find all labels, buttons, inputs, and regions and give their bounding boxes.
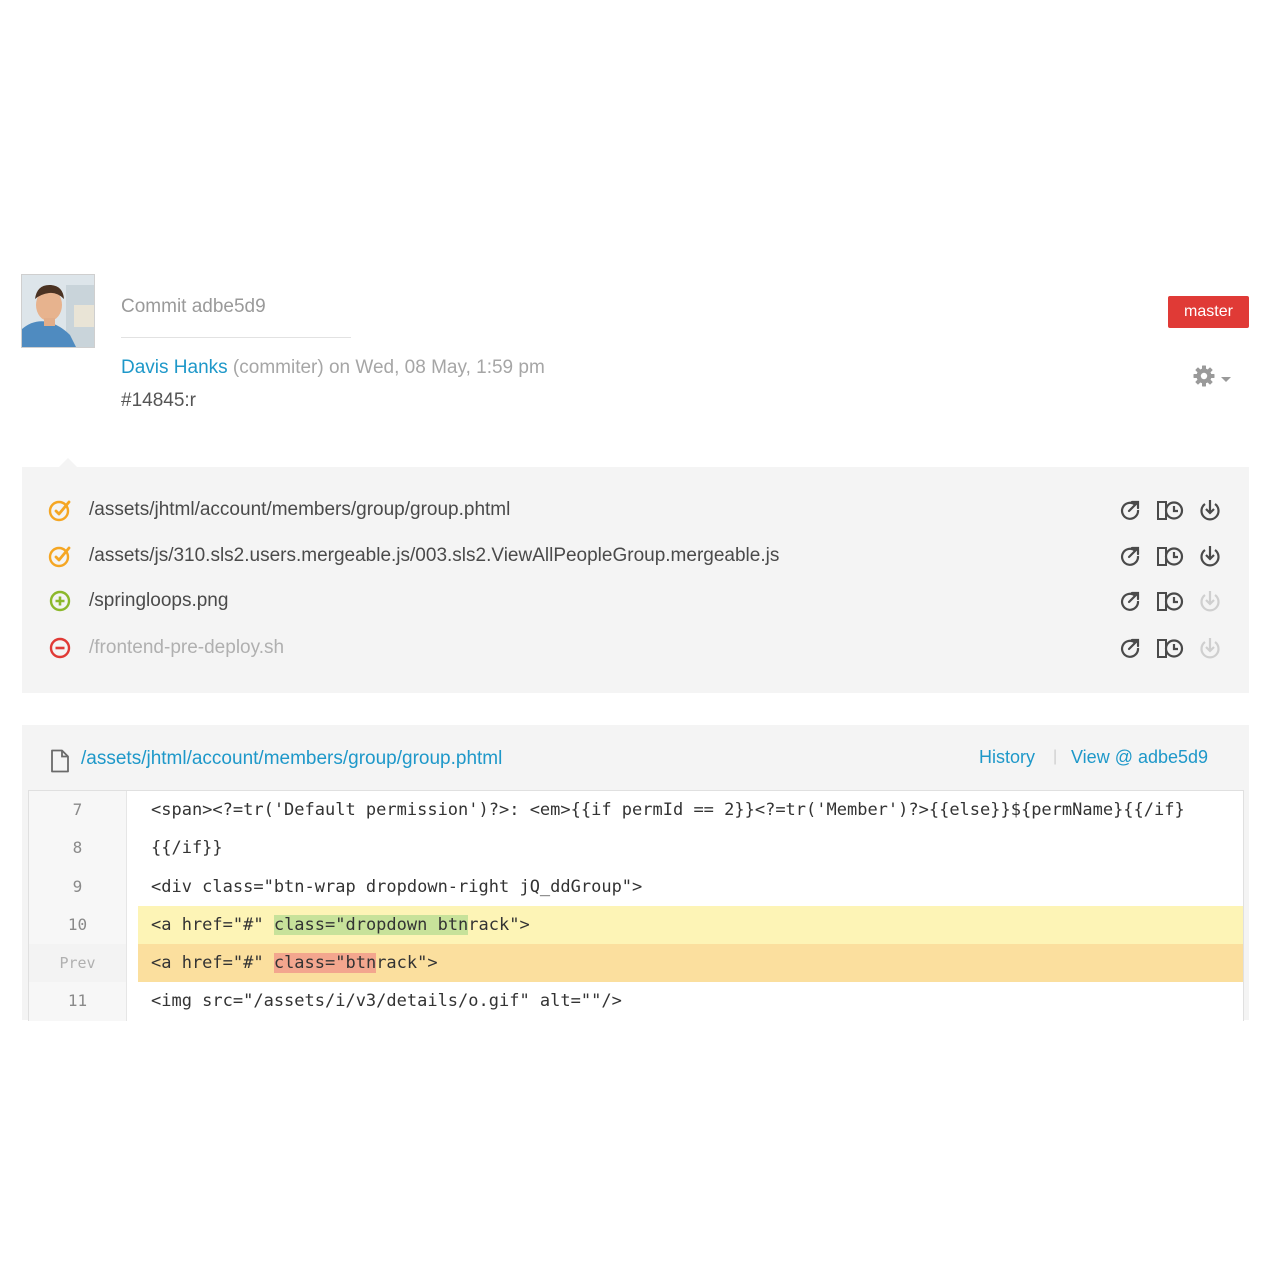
author-link[interactable]: Davis Hanks [121,357,228,378]
removed-line: Prev <a href="#" class="btnrack"> [29,944,1243,982]
commit-message: #14845:r [121,390,197,411]
code-text: {{/if}} [151,838,223,858]
file-path[interactable]: /assets/jhtml/account/members/group/grou… [89,499,510,521]
code-text: <a href="#" class="dropdown btnrack"> [151,915,530,935]
download-icon[interactable] [1198,544,1222,568]
gear-icon [1192,364,1216,393]
line-number: 8 [72,838,83,857]
file-path[interactable]: /springloops.png [89,590,228,612]
code-text: <span><?=tr('Default permission')?>: <em… [151,800,1185,820]
line-number: 10 [67,915,88,934]
code-text: <div class="btn-wrap dropdown-right jQ_d… [151,877,643,897]
modified-icon [48,498,72,522]
history-icon[interactable] [1156,589,1186,613]
open-external-icon[interactable] [1118,498,1142,522]
added-icon [48,589,72,613]
code-text: <img src="/assets/i/v3/details/o.gif" al… [151,991,622,1011]
file-path[interactable]: /frontend-pre-deploy.sh [89,637,284,659]
open-external-icon[interactable] [1118,636,1142,660]
code-line: 7 <span><?=tr('Default permission')?>: <… [29,791,1243,829]
download-icon [1198,636,1222,660]
commit-byline: Davis Hanks (commiter) on Wed, 08 May, 1… [121,357,545,379]
inline-addition: class="dropdown btn [273,915,469,935]
file-row: /springloops.png [22,586,1249,616]
commit-meta: (commiter) on Wed, 08 May, 1:59 pm [227,357,545,378]
code-view: 7 <span><?=tr('Default permission')?>: <… [28,790,1244,1021]
title-divider [121,337,351,338]
view-at-commit-link[interactable]: View @ adbe5d9 [1071,747,1208,768]
code-text: <a href="#" class="btnrack"> [151,953,438,973]
file-path[interactable]: /assets/js/310.sls2.users.mergeable.js/0… [89,545,779,567]
commit-title: Commit adbe5d9 [121,296,266,317]
changed-files-panel: /assets/jhtml/account/members/group/grou… [22,467,1249,693]
modified-icon [48,544,72,568]
history-link[interactable]: History [979,747,1035,768]
line-number: Prev [29,944,126,982]
link-separator: | [1053,748,1058,765]
line-number: 11 [67,991,88,1010]
branch-badge: master [1168,296,1249,328]
file-icon [50,749,70,773]
deleted-icon [48,636,72,660]
inline-deletion: class="btn [273,953,377,973]
code-line: 9 <div class="btn-wrap dropdown-right jQ… [29,868,1243,906]
download-icon[interactable] [1198,498,1222,522]
download-icon [1198,589,1222,613]
code-line: 11 <img src="/assets/i/v3/details/o.gif"… [29,982,1243,1020]
line-number: 9 [72,877,83,896]
added-line: 10 <a href="#" class="dropdown btnrack"> [29,906,1243,944]
avatar [21,274,95,348]
settings-dropdown[interactable] [1192,364,1238,392]
open-external-icon[interactable] [1118,589,1142,613]
file-row: /assets/jhtml/account/members/group/grou… [22,495,1249,525]
history-icon[interactable] [1156,636,1186,660]
line-number: 7 [72,800,83,819]
history-icon[interactable] [1156,544,1186,568]
code-line: 8 {{/if}} [29,829,1243,867]
history-icon[interactable] [1156,498,1186,522]
file-row: /assets/js/310.sls2.users.mergeable.js/0… [22,541,1249,571]
diff-file-path[interactable]: /assets/jhtml/account/members/group/grou… [81,748,502,770]
file-row: /frontend-pre-deploy.sh [22,633,1249,663]
chevron-down-icon [1221,376,1231,382]
open-external-icon[interactable] [1118,544,1142,568]
